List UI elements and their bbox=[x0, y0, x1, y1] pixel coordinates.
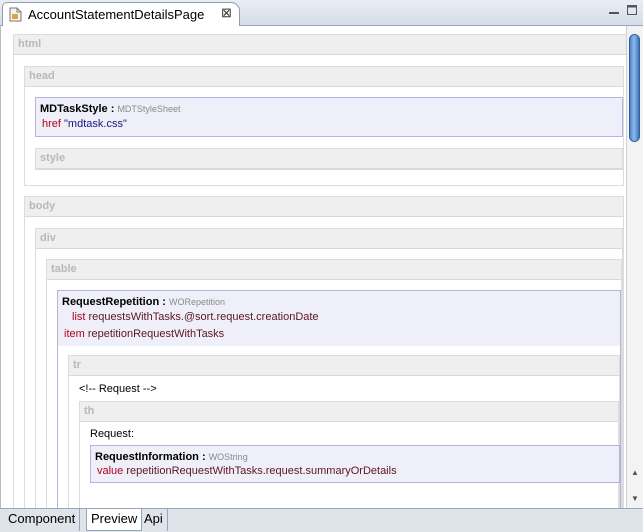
component-separator: : bbox=[159, 296, 169, 308]
close-tab-icon[interactable]: ⊠ bbox=[221, 6, 232, 20]
element-header: div bbox=[36, 229, 622, 249]
maximize-icon[interactable] bbox=[626, 4, 638, 16]
element-label: body bbox=[29, 200, 56, 212]
editor-tab-bar: AccountStatementDetailsPage ⊠ bbox=[0, 0, 643, 26]
tab-api[interactable]: Api bbox=[140, 509, 168, 531]
tab-preview[interactable]: Preview bbox=[86, 509, 143, 531]
bottom-tab-bar: Component Preview Api bbox=[0, 508, 643, 532]
binding-key: value bbox=[97, 465, 124, 477]
element-label: div bbox=[40, 232, 56, 244]
vertical-scrollbar[interactable]: ▲ ▼ bbox=[626, 26, 643, 508]
editor-tab-title: AccountStatementDetailsPage bbox=[28, 7, 205, 22]
element-header: th bbox=[80, 402, 618, 422]
binding-value: repetitionRequestWithTasks bbox=[87, 328, 225, 340]
request-comment: <!-- Request --> bbox=[79, 383, 157, 395]
element-header: head bbox=[25, 67, 623, 87]
component-title: RequestRepetition : WORepetition bbox=[62, 296, 225, 308]
component-name: RequestInformation bbox=[95, 451, 199, 463]
element-header: tr bbox=[69, 356, 619, 376]
request-information-component[interactable]: RequestInformation : WOString value repe… bbox=[90, 445, 620, 483]
scrollbar-thumb[interactable] bbox=[629, 34, 640, 142]
component-title: MDTaskStyle : MDTStyleSheet bbox=[40, 103, 180, 115]
mdtaskstyle-component[interactable]: MDTaskStyle : MDTStyleSheet href "mdtask… bbox=[35, 97, 623, 137]
element-header: table bbox=[47, 260, 621, 280]
binding-value: requestsWithTasks.@sort.request.creation… bbox=[88, 311, 319, 323]
binding-row: value repetitionRequestWithTasks.request… bbox=[97, 465, 397, 477]
request-label: Request: bbox=[90, 428, 135, 440]
binding-key: href bbox=[42, 118, 61, 130]
element-header: style bbox=[36, 149, 622, 169]
binding-row: list requestsWithTasks.@sort.request.cre… bbox=[72, 311, 319, 323]
component-title: RequestInformation : WOString bbox=[95, 451, 248, 463]
element-label: table bbox=[51, 263, 77, 275]
element-header: html bbox=[14, 35, 632, 55]
tab-component[interactable]: Component bbox=[4, 509, 81, 531]
element-label: th bbox=[84, 405, 95, 417]
binding-value: repetitionRequestWithTasks.request.summa… bbox=[126, 465, 397, 477]
component-type: WOString bbox=[208, 452, 248, 462]
element-header: body bbox=[25, 197, 623, 217]
component-name: MDTaskStyle bbox=[40, 103, 108, 115]
element-label: tr bbox=[73, 359, 81, 371]
minimize-icon[interactable] bbox=[608, 4, 620, 16]
binding-row: item repetitionRequestWithTasks bbox=[64, 328, 224, 340]
element-label: head bbox=[29, 70, 55, 82]
component-separator: : bbox=[107, 103, 118, 115]
component-type: MDTStyleSheet bbox=[117, 104, 181, 114]
style-element[interactable]: style bbox=[35, 148, 623, 170]
component-file-icon bbox=[9, 7, 22, 22]
binding-value: "mdtask.css" bbox=[64, 118, 127, 130]
preview-canvas: html head MDTaskStyle : MDTStyleSheet hr… bbox=[0, 26, 643, 508]
component-type: WORepetition bbox=[168, 297, 225, 307]
binding-row: href "mdtask.css" bbox=[42, 118, 127, 130]
element-label: html bbox=[18, 38, 42, 50]
binding-key: list bbox=[72, 311, 86, 323]
component-separator: : bbox=[198, 451, 209, 463]
scroll-up-icon[interactable]: ▲ bbox=[627, 466, 643, 480]
element-label: style bbox=[40, 152, 66, 164]
binding-key: item bbox=[64, 328, 85, 340]
component-name: RequestRepetition bbox=[62, 296, 160, 308]
editor-tab[interactable]: AccountStatementDetailsPage ⊠ bbox=[2, 2, 240, 26]
scroll-down-icon[interactable]: ▼ bbox=[627, 492, 643, 506]
